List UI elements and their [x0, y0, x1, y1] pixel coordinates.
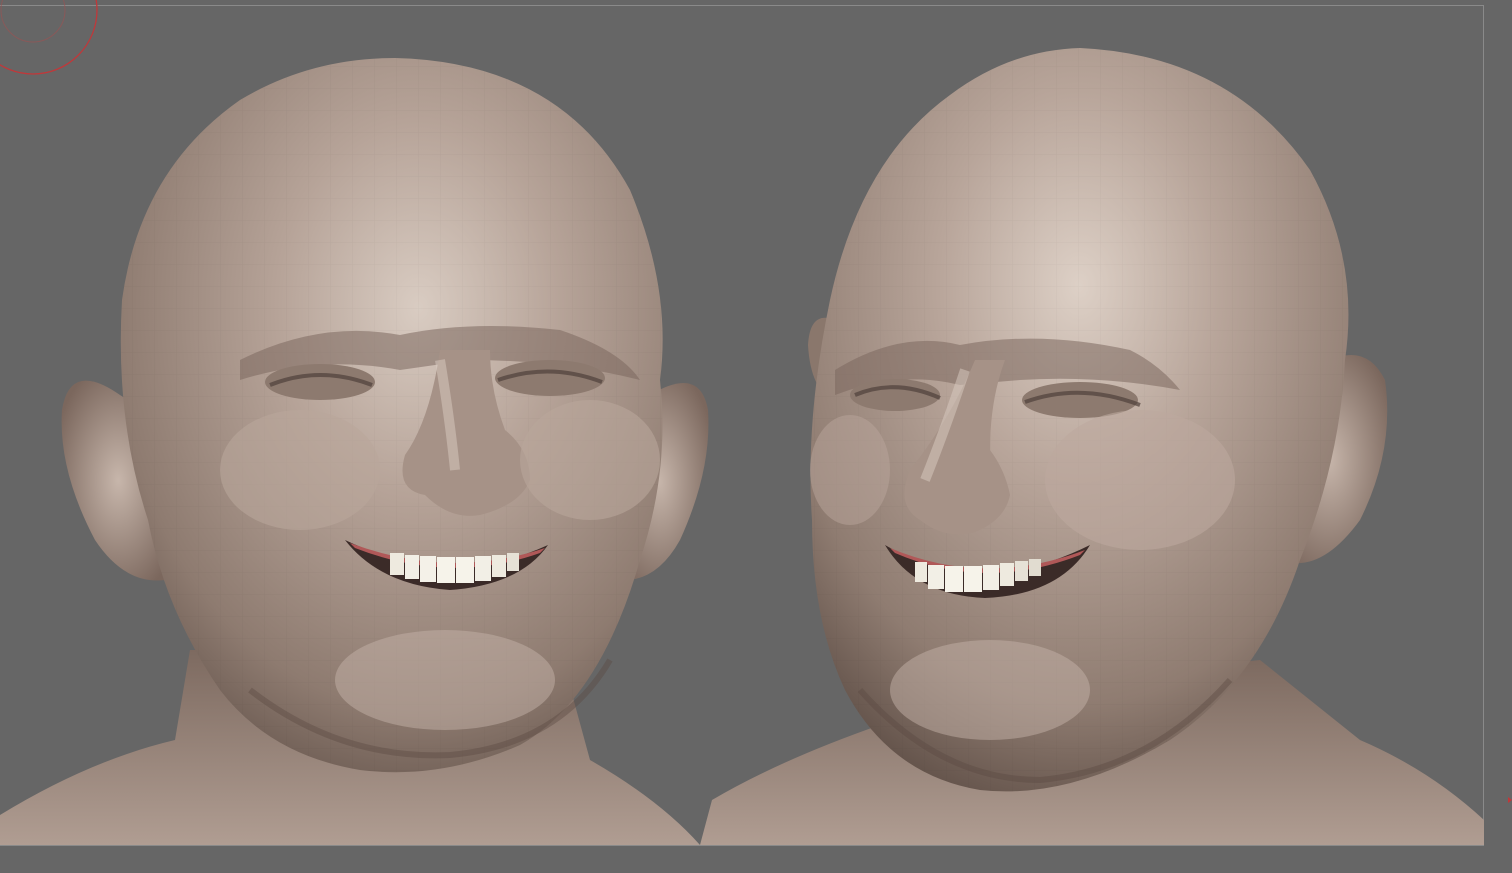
side-far-cheek	[810, 415, 890, 525]
front-view[interactable]	[0, 58, 709, 845]
front-right-cheek	[520, 400, 660, 520]
front-chin	[335, 630, 555, 730]
three-quarter-view[interactable]	[700, 48, 1484, 845]
side-near-cheek	[1045, 410, 1235, 550]
front-left-cheek	[220, 410, 380, 530]
brush-cursor	[0, 0, 98, 75]
side-chin	[890, 640, 1090, 740]
sculpt-scene[interactable]	[0, 0, 1512, 873]
edge-marker-icon	[1508, 797, 1512, 803]
side-left-eye	[850, 379, 940, 411]
sculpt-viewport[interactable]	[0, 0, 1512, 873]
